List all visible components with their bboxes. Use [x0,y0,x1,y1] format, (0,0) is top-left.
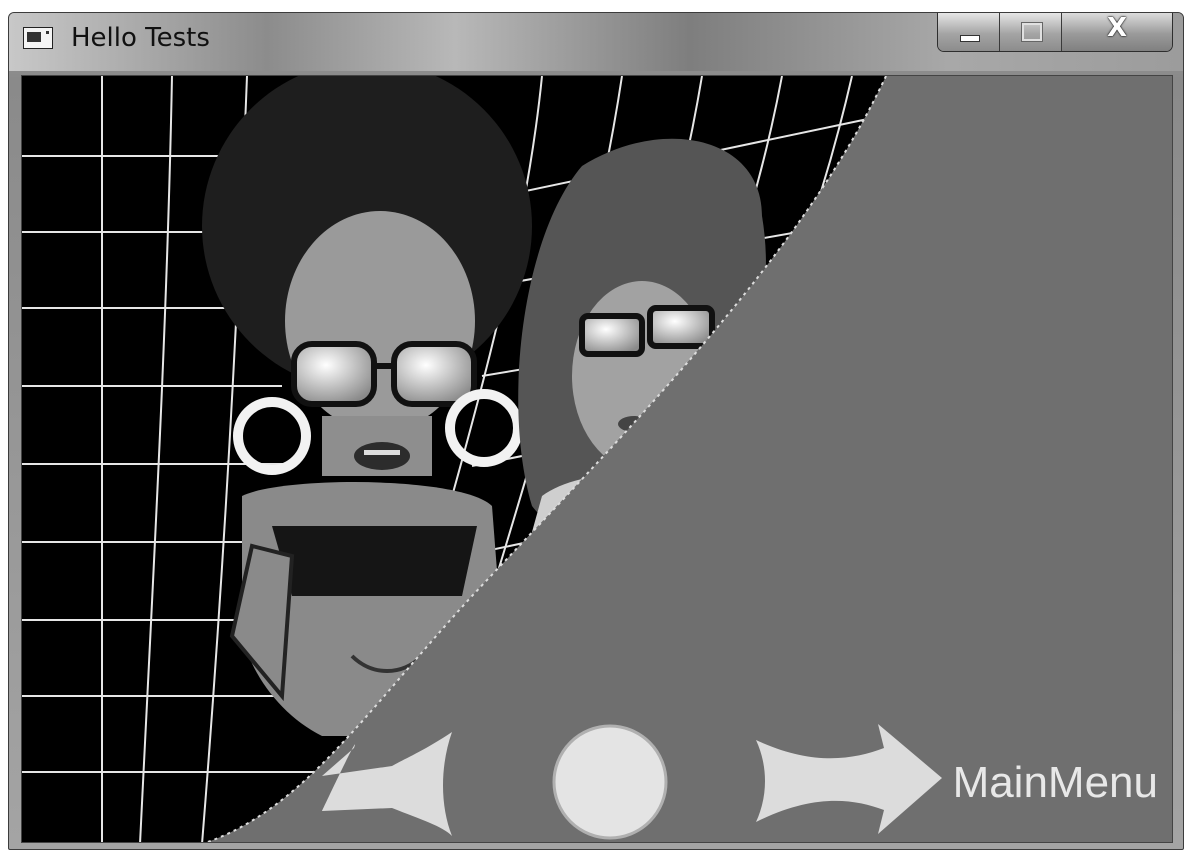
minimize-icon [960,35,980,42]
restart-circle-icon[interactable] [552,724,668,840]
close-icon: X [1106,13,1128,43]
maximize-icon [1022,23,1042,41]
scene-svg [22,76,942,842]
page-curl [22,76,886,842]
close-button[interactable]: X [1062,13,1172,51]
caption-buttons: X [937,13,1173,52]
title-bar[interactable]: Hello Tests X [9,13,1183,71]
maximize-button[interactable] [1000,13,1062,51]
minimize-button[interactable] [938,13,1000,51]
scene-canvas: MainMenu [21,75,1173,843]
main-menu-label[interactable]: MainMenu [953,758,1158,808]
window-title: Hello Tests [71,23,210,53]
next-arrow-icon[interactable] [756,724,942,834]
back-arrow-icon[interactable] [322,732,452,836]
app-icon[interactable] [23,27,53,49]
app-window: Hello Tests X MainMenu [8,12,1184,850]
